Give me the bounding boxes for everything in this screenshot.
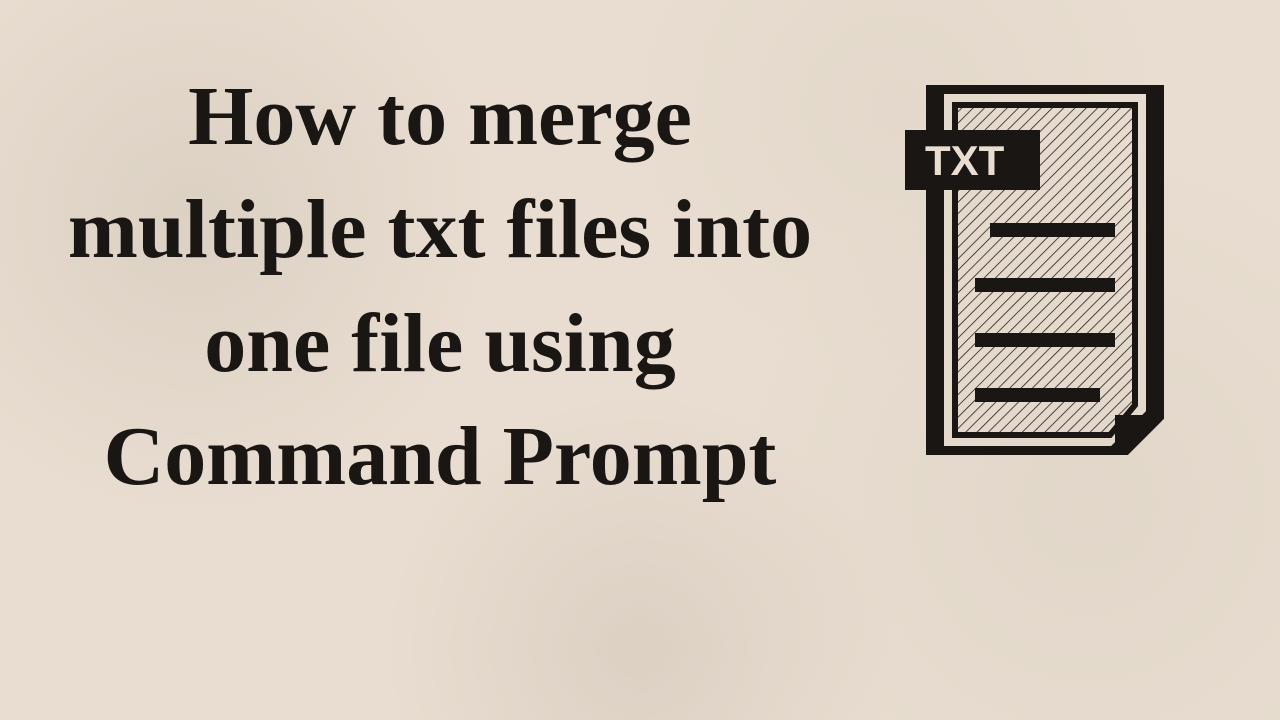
document-icon: TXT — [905, 85, 1185, 455]
txt-file-icon: TXT — [905, 85, 1185, 460]
main-container: How to merge multiple txt files into one… — [0, 0, 1280, 720]
svg-text:TXT: TXT — [925, 137, 1005, 184]
page-title: How to merge multiple txt files into one… — [60, 60, 820, 514]
